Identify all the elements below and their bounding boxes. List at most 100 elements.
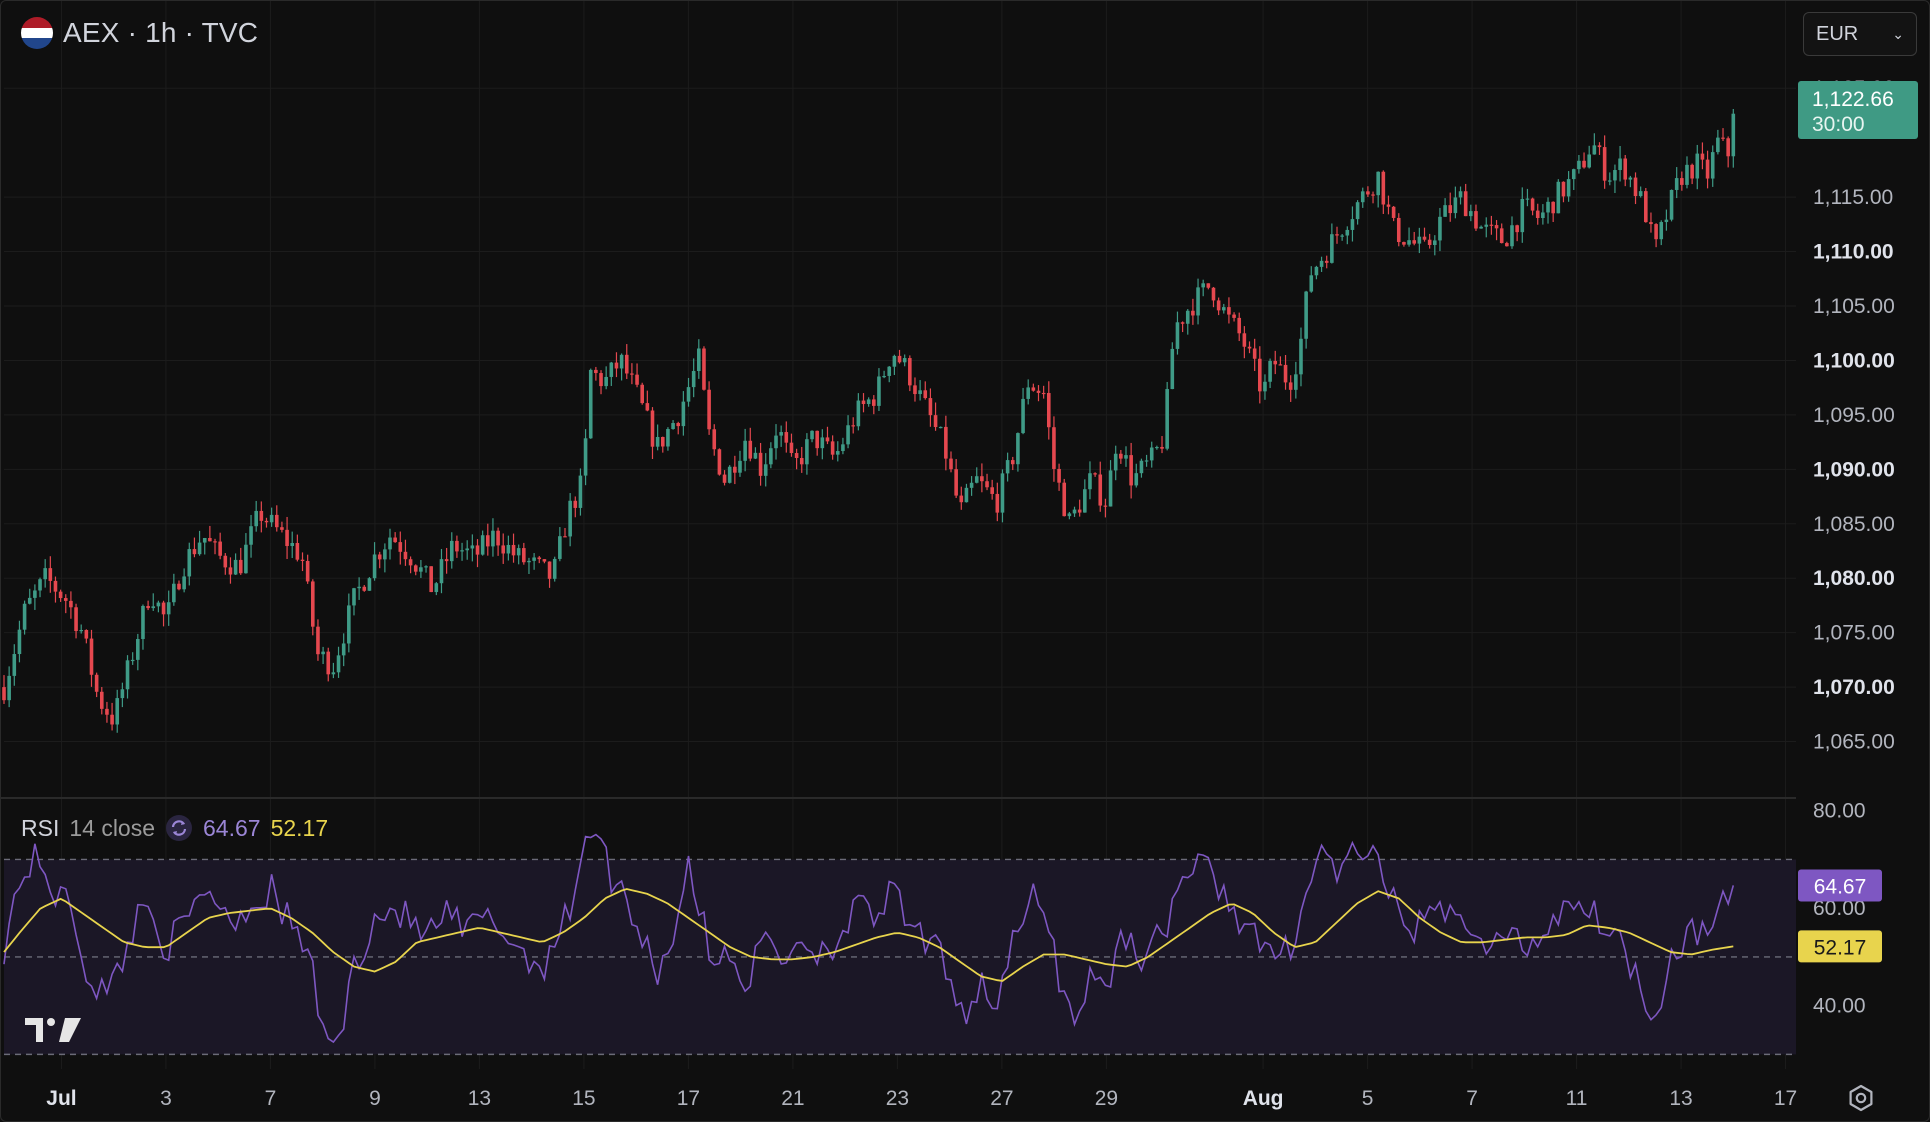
candle-down	[1160, 446, 1164, 449]
candle-down	[1535, 210, 1540, 219]
candle-up	[336, 655, 341, 673]
candle-down	[316, 626, 320, 655]
candle-down	[630, 373, 634, 375]
candle-up	[697, 348, 701, 372]
candle-down	[1633, 177, 1638, 197]
time-axis-label: 23	[886, 1087, 909, 1110]
candle-up	[1355, 202, 1360, 220]
candle-down	[537, 557, 542, 560]
candle-down	[1052, 427, 1056, 469]
price-axis-label: 1,080.00	[1813, 567, 1895, 590]
candle-down	[676, 423, 681, 427]
candle-up	[1520, 198, 1525, 233]
candle-down	[933, 415, 938, 428]
candle-up	[1088, 473, 1092, 490]
candle-up	[882, 375, 886, 378]
candle-down	[110, 714, 114, 725]
chart-canvas[interactable]: 1,065.00 1,070.00 1,075.00 1,080.00 1,085.00…	[1, 1, 1929, 1121]
candle-down	[89, 638, 94, 675]
settings-gear-icon[interactable]	[1846, 1083, 1876, 1113]
candle-up	[516, 548, 521, 556]
candle-up	[1124, 455, 1128, 459]
candle-down	[573, 500, 578, 508]
candle-down	[748, 440, 753, 459]
candle-up	[491, 530, 495, 547]
price-axis-label: 1,065.00	[1813, 731, 1895, 754]
rsi-legend[interactable]: RSI 14 close 64.67 52.17	[21, 813, 328, 843]
candle-down	[1505, 243, 1509, 247]
candle-up	[1453, 197, 1458, 214]
candle-down	[161, 602, 166, 615]
candle-down	[295, 543, 300, 560]
candle-up	[846, 425, 850, 445]
candle-up	[1175, 322, 1180, 349]
netherlands-flag-icon	[21, 17, 53, 49]
candle-down	[635, 374, 639, 385]
candle-down	[815, 430, 819, 449]
candle-up	[1072, 509, 1077, 514]
candle-down	[1278, 364, 1283, 366]
candle-up	[439, 559, 444, 584]
candle-up	[460, 550, 464, 552]
candle-up	[1407, 240, 1411, 245]
candle-down	[305, 560, 310, 582]
candle-up	[465, 548, 470, 551]
candle-up	[805, 439, 809, 465]
candle-up	[1613, 170, 1617, 181]
candle-down	[861, 400, 866, 405]
candle-up	[1299, 338, 1303, 375]
currency-select[interactable]: EUR ⌄	[1803, 12, 1917, 56]
candle-down	[1582, 160, 1586, 168]
candle-up	[1674, 178, 1679, 190]
candle-down	[897, 355, 902, 363]
candle-down	[475, 545, 480, 555]
candle-up	[1108, 470, 1113, 507]
candle-down	[1623, 158, 1628, 180]
time-axis-label: 9	[369, 1087, 381, 1110]
tradingview-logo-icon[interactable]	[25, 1016, 83, 1044]
candle-up	[810, 430, 814, 440]
symbol-title[interactable]: AEX · 1h · TVC	[63, 17, 258, 49]
candle-down	[1216, 300, 1221, 311]
candle-up	[1432, 240, 1437, 245]
candle-down	[1726, 138, 1730, 157]
candle-down	[1690, 164, 1694, 179]
candle-up	[269, 514, 274, 523]
candle-up	[779, 432, 783, 436]
candle-down	[522, 548, 526, 563]
candle-down	[1422, 236, 1427, 240]
candle-down	[1597, 145, 1602, 148]
candle-up	[866, 399, 871, 405]
candle-up	[1541, 212, 1545, 219]
price-axis-label: 1,090.00	[1813, 458, 1895, 481]
price-axis-label: 1,075.00	[1813, 622, 1895, 645]
candle-up	[583, 438, 588, 476]
candle-down	[990, 487, 994, 494]
candle-up	[347, 605, 351, 644]
price-axis-label: 1,085.00	[1813, 513, 1895, 536]
candle-down	[1499, 228, 1504, 244]
time-axis-label: Aug	[1243, 1087, 1284, 1110]
refresh-icon[interactable]	[165, 814, 193, 842]
time-axis-label: 13	[1669, 1087, 1692, 1110]
candle-up	[1170, 348, 1175, 390]
candle-down	[722, 474, 727, 483]
candle-down	[758, 452, 763, 476]
candle-up	[1664, 219, 1669, 223]
candle-down	[228, 567, 233, 575]
candle-up	[1571, 169, 1576, 180]
candle-down	[192, 549, 197, 555]
rsi-legend-value: 64.67	[203, 814, 261, 841]
candle-up	[1185, 310, 1190, 324]
candle-up	[763, 464, 768, 476]
rsi-ma-legend-value: 52.17	[270, 814, 329, 841]
candle-up	[449, 540, 454, 562]
candle-up	[43, 568, 47, 580]
candle-up	[434, 583, 439, 593]
candle-down	[403, 551, 408, 560]
candle-down	[223, 555, 228, 568]
candle-down	[48, 568, 53, 581]
candle-up	[666, 429, 670, 447]
candle-down	[794, 453, 799, 459]
candle-up	[1201, 283, 1205, 288]
